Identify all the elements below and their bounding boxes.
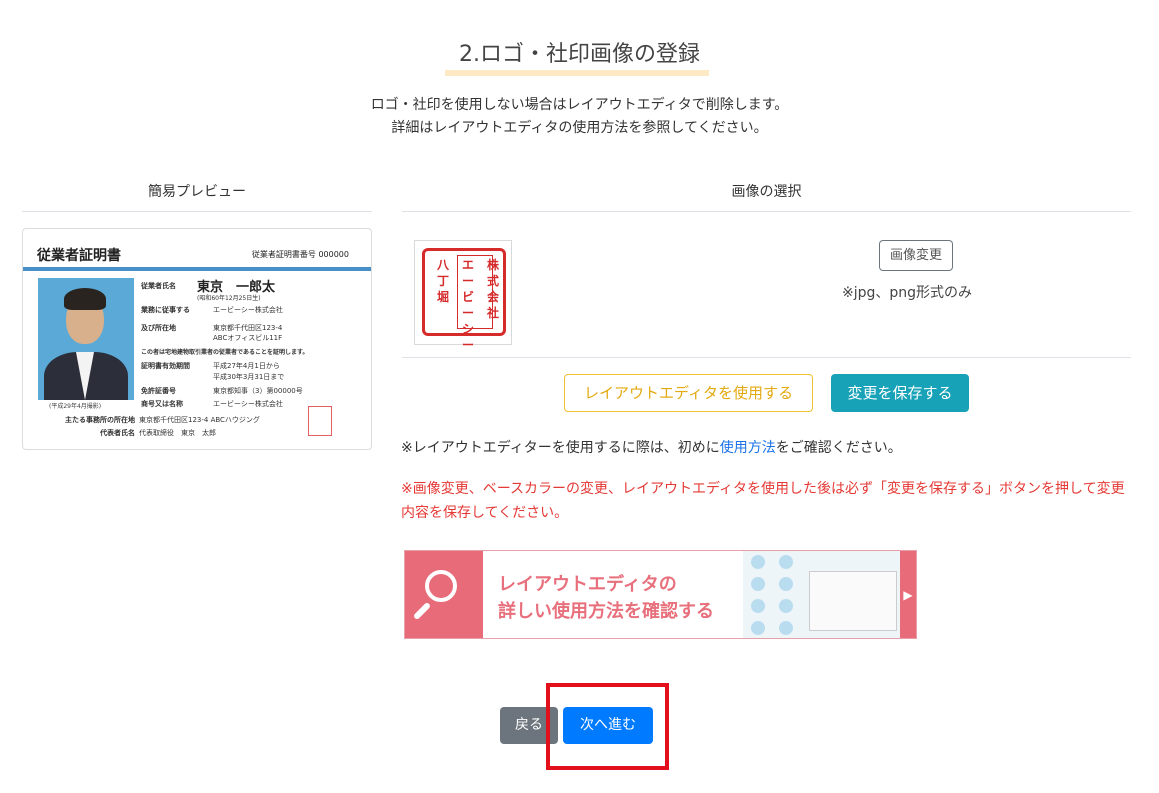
card-row: 証明書有効期間 平成27年4月1日から — [141, 362, 280, 370]
preview-heading: 簡易プレビュー — [148, 184, 246, 200]
magnifier-icon — [425, 570, 457, 602]
card-row: 免許証番号 東京都知事（3）第00000号 — [141, 387, 303, 395]
card-header-line — [23, 267, 371, 271]
subtitle-line-2: 詳細はレイアウトエディタの使用方法を参照してください。 — [391, 120, 768, 136]
id-card-preview: 従業者証明書 従業者証明書番号 000000 (平成29年4月撮影) 東京 一郎… — [22, 228, 372, 450]
title-underline — [445, 70, 709, 76]
card-row: 及び所在地 東京都千代田区123-4 — [141, 324, 283, 332]
card-row: 業務に従事する エービーシー株式会社 — [141, 306, 283, 314]
format-note: ※jpg、png形式のみ — [842, 285, 973, 301]
banner-text: レイアウトエディタの 詳しい使用方法を確認する — [498, 571, 714, 625]
card-row: 主たる事務所の所在地 東京都千代田区123-4 ABCハウジング — [65, 416, 260, 424]
image-select-divider — [402, 211, 1131, 212]
note1-prefix: ※レイアウトエディターを使用するに際は、初めに — [401, 440, 720, 456]
layout-editor-guide-banner[interactable]: レイアウトエディタの 詳しい使用方法を確認する ▶ — [404, 550, 917, 639]
company-seal-image: 株式会社 エービーシー 八丁堀 — [422, 248, 506, 352]
banner-illustration — [743, 551, 903, 638]
banner-line-2: 詳しい使用方法を確認する — [498, 601, 714, 622]
use-layout-editor-button[interactable]: レイアウトエディタを使用する — [564, 374, 813, 412]
back-button[interactable]: 戻る — [500, 707, 558, 744]
seal-image-preview: 株式会社 エービーシー 八丁堀 — [414, 240, 512, 352]
note1-suffix: をご確認ください。 — [775, 440, 902, 456]
card-row: ABCオフィスビル11F — [213, 334, 283, 342]
image-select-heading: 画像の選択 — [731, 184, 802, 200]
card-row: この者は宅地建物取引業者の従業者であることを証明します。 — [141, 349, 309, 356]
card-title: 従業者証明書 — [37, 248, 121, 264]
subtitle-line-1: ロゴ・社印を使用しない場合はレイアウトエディタで削除します。 — [370, 97, 789, 113]
next-button[interactable]: 次へ進む — [563, 707, 653, 744]
editor-usage-note: ※レイアウトエディターを使用するに際は、初めに使用方法をご確認ください。 — [401, 437, 902, 457]
usage-guide-link[interactable]: 使用方法 — [720, 440, 776, 456]
page-subtitle: ロゴ・社印を使用しない場合はレイアウトエディタで削除します。 詳細はレイアウトエ… — [0, 94, 1159, 140]
card-row: 従業者氏名 — [141, 282, 176, 290]
seal-text-col-2: エービーシー — [461, 258, 474, 352]
card-row: 平成30年3月31日まで — [213, 373, 285, 381]
banner-line-1: レイアウトエディタの — [498, 574, 677, 595]
card-row: 代表者氏名 代表取締役 東京 太郎 — [100, 429, 216, 437]
save-warning-note: ※画像変更、ベースカラーの変更、レイアウトエディタを使用した後は必ず「変更を保存… — [401, 481, 1125, 521]
card-row: 商号又は名称 エービーシー株式会社 — [141, 400, 283, 408]
seal-text-col-1: 株式会社 — [486, 258, 499, 320]
employee-photo — [38, 278, 134, 400]
banner-card-thumbnail — [809, 571, 897, 631]
banner-icon-area — [405, 551, 483, 638]
employee-birth: (昭和60年12月25日生) — [197, 295, 261, 302]
change-image-button[interactable]: 画像変更 — [879, 240, 953, 271]
photo-caption: (平成29年4月撮影) — [49, 403, 102, 410]
save-changes-button[interactable]: 変更を保存する — [831, 374, 969, 412]
card-number: 従業者証明書番号 000000 — [251, 250, 349, 259]
image-select-bottom-divider — [402, 357, 1131, 358]
seal-text-col-3: 八丁堀 — [436, 258, 449, 304]
card-seal-stamp — [308, 406, 332, 436]
preview-divider — [22, 211, 372, 212]
chevron-right-icon: ▶ — [900, 551, 916, 638]
page-title: 2.ロゴ・社印画像の登録 — [459, 42, 700, 67]
